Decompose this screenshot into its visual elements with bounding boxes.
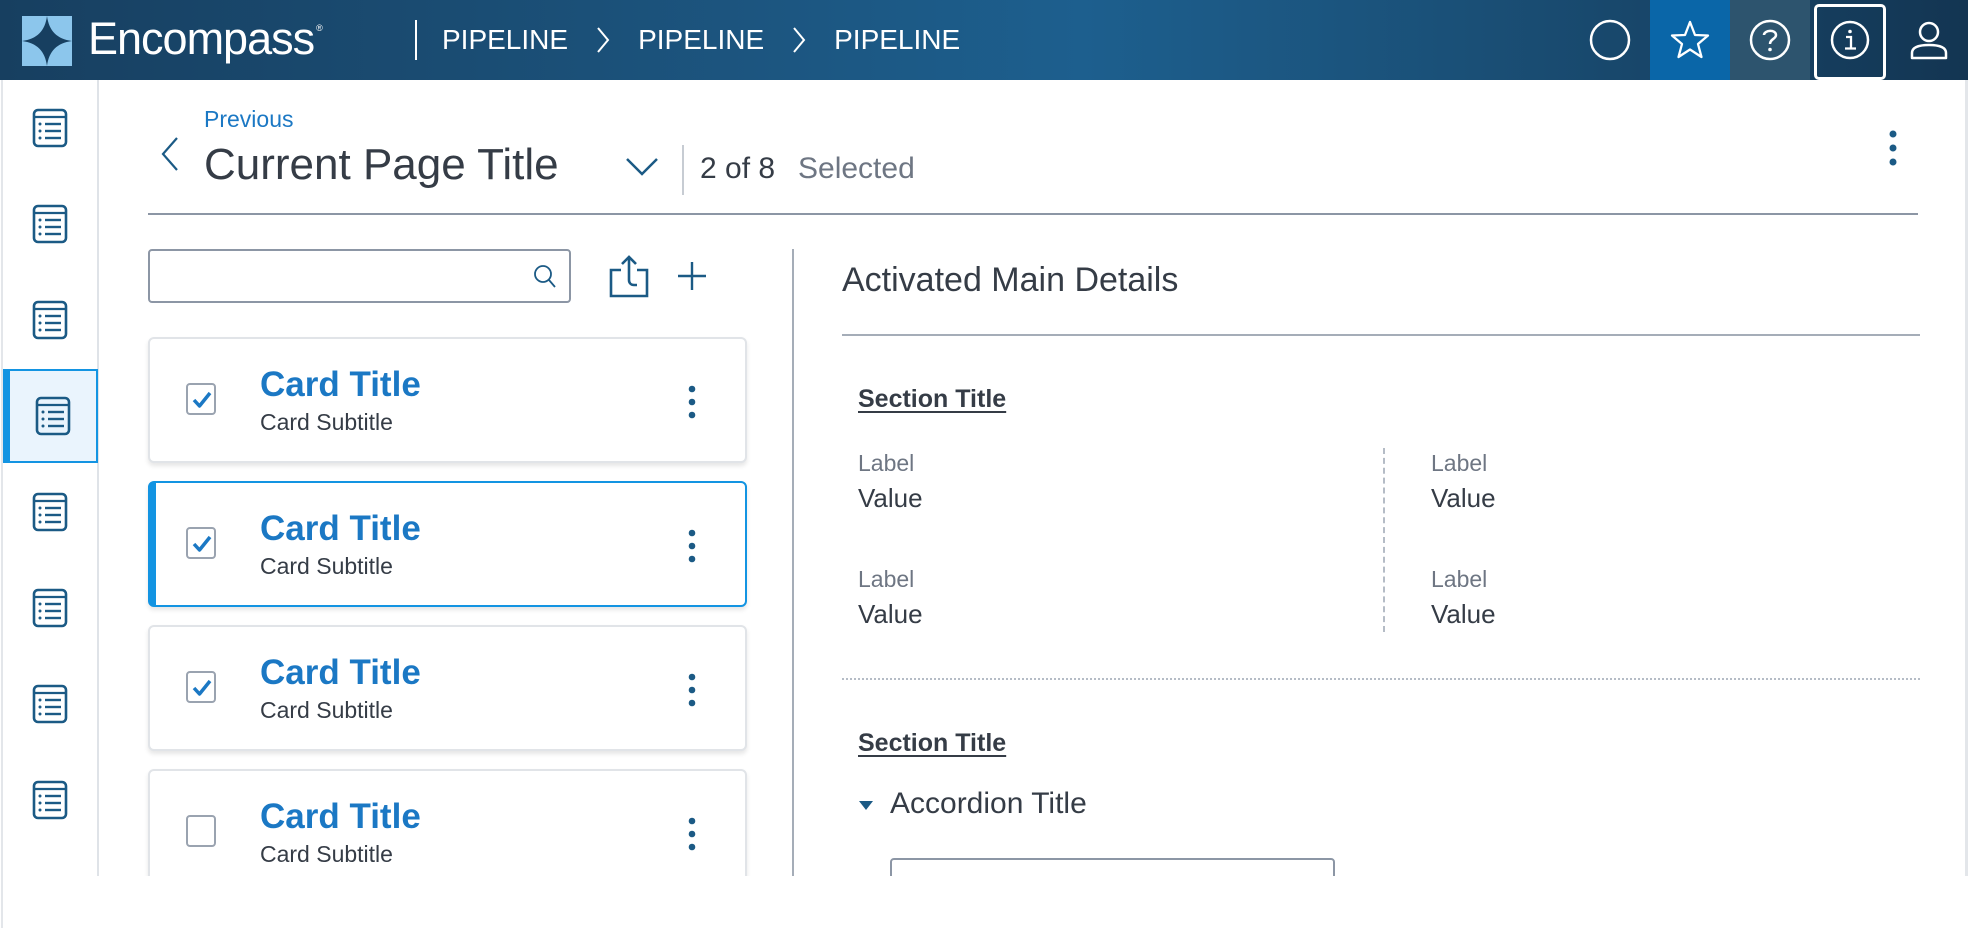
list-icon <box>32 108 68 148</box>
card-more-options-icon[interactable] <box>682 383 702 421</box>
card-title[interactable]: Card Title <box>260 797 421 837</box>
list-icon <box>32 684 68 724</box>
sidebar-item-6[interactable] <box>3 561 97 655</box>
list-icon <box>32 204 68 244</box>
field-value: Value <box>858 599 923 629</box>
list-icon <box>32 300 68 340</box>
details-title: Activated Main Details <box>842 261 1179 299</box>
app-window: Encompass ® PIPELINE PIPELINE PIPELINE P… <box>0 0 1968 876</box>
search-icon[interactable] <box>533 264 557 290</box>
help-icon <box>1749 19 1791 61</box>
favorites-button[interactable] <box>1650 0 1730 80</box>
top-nav-bar: Encompass ® PIPELINE PIPELINE PIPELINE <box>0 0 1968 80</box>
card-title[interactable]: Card Title <box>260 365 421 405</box>
header-toolbar <box>1570 0 1968 80</box>
sidebar-item-7[interactable] <box>3 657 97 751</box>
card-checkbox[interactable] <box>186 815 216 847</box>
card-checkbox[interactable] <box>186 527 216 559</box>
sidebar-item-4[interactable] <box>2 369 98 463</box>
encompass-logo-icon <box>22 16 72 66</box>
list-icon <box>32 780 68 820</box>
star-icon <box>1670 20 1710 59</box>
section-divider <box>842 678 1920 680</box>
page-title: Current Page Title <box>204 140 559 189</box>
card-title[interactable]: Card Title <box>260 653 421 693</box>
header-divider <box>415 20 417 60</box>
card-checkbox[interactable] <box>186 671 216 703</box>
card-more-options-icon[interactable] <box>682 671 702 709</box>
chevron-right-icon <box>597 27 610 53</box>
card-more-options-icon[interactable] <box>682 815 702 853</box>
checkmark-icon <box>192 679 212 696</box>
breadcrumb: PIPELINE PIPELINE PIPELINE <box>440 0 962 80</box>
card-more-options-icon[interactable] <box>682 527 702 565</box>
checkmark-icon <box>192 535 212 552</box>
sidebar-item-2[interactable] <box>3 177 97 271</box>
field-label: Label <box>1431 450 1488 476</box>
details-title-divider <box>842 334 1920 336</box>
accordion-title[interactable]: Accordion Title <box>890 787 1087 821</box>
card-checkbox[interactable] <box>186 383 216 415</box>
list-icon <box>35 396 71 436</box>
info-button[interactable] <box>1810 0 1890 80</box>
search-input[interactable] <box>160 259 520 293</box>
section-title: Section Title <box>858 385 1007 413</box>
back-chevron-icon[interactable] <box>158 134 182 174</box>
chevron-down-icon[interactable] <box>622 150 662 184</box>
panel-divider <box>792 249 794 876</box>
list-card[interactable]: Card Title Card Subtitle <box>148 337 747 463</box>
search-box[interactable] <box>148 249 571 303</box>
field-label: Label <box>858 450 915 476</box>
left-sidebar <box>0 80 99 876</box>
caret-down-icon[interactable] <box>858 800 874 812</box>
accordion-input-field[interactable] <box>890 858 1335 876</box>
page-header-divider <box>148 213 1918 215</box>
circle-icon <box>1589 19 1631 61</box>
selection-count: 2 of 8 <box>700 152 776 185</box>
chevron-right-icon <box>793 27 806 53</box>
card-subtitle: Card Subtitle <box>260 697 393 723</box>
field-value: Value <box>858 483 923 513</box>
breadcrumb-item[interactable]: PIPELINE <box>440 24 570 56</box>
add-icon[interactable] <box>676 260 708 292</box>
field-label: Label <box>858 566 915 592</box>
selection-label: Selected <box>798 152 915 185</box>
list-card[interactable]: Card Title Card Subtitle <box>148 769 747 876</box>
list-icon <box>32 492 68 532</box>
card-subtitle: Card Subtitle <box>260 409 393 435</box>
previous-link[interactable]: Previous <box>204 106 293 133</box>
user-icon <box>1910 21 1948 60</box>
checkmark-icon <box>192 391 212 408</box>
breadcrumb-item[interactable]: PIPELINE <box>636 24 766 56</box>
sidebar-item-1[interactable] <box>3 81 97 175</box>
help-button[interactable] <box>1730 0 1810 80</box>
sidebar-item-5[interactable] <box>3 465 97 559</box>
column-divider <box>1383 448 1385 632</box>
page-more-options-icon[interactable] <box>1880 126 1906 170</box>
export-icon[interactable] <box>608 254 650 298</box>
field-value: Value <box>1431 483 1496 513</box>
field-value: Value <box>1431 599 1496 629</box>
info-icon <box>1830 20 1870 60</box>
field-label: Label <box>1431 566 1488 592</box>
list-card-selected[interactable]: Card Title Card Subtitle <box>148 481 747 607</box>
user-profile-button[interactable] <box>1890 0 1968 80</box>
sidebar-item-8[interactable] <box>3 753 97 847</box>
title-divider <box>682 145 684 195</box>
card-subtitle: Card Subtitle <box>260 553 393 579</box>
window-left-edge <box>1 80 3 928</box>
card-title[interactable]: Card Title <box>260 509 421 549</box>
card-subtitle: Card Subtitle <box>260 841 393 867</box>
status-button[interactable] <box>1570 0 1650 80</box>
sidebar-item-3[interactable] <box>3 273 97 367</box>
breadcrumb-item[interactable]: PIPELINE <box>832 24 962 56</box>
list-icon <box>32 588 68 628</box>
app-logo-text[interactable]: Encompass ® <box>88 13 323 65</box>
list-card[interactable]: Card Title Card Subtitle <box>148 625 747 751</box>
section-title: Section Title <box>858 729 1007 757</box>
